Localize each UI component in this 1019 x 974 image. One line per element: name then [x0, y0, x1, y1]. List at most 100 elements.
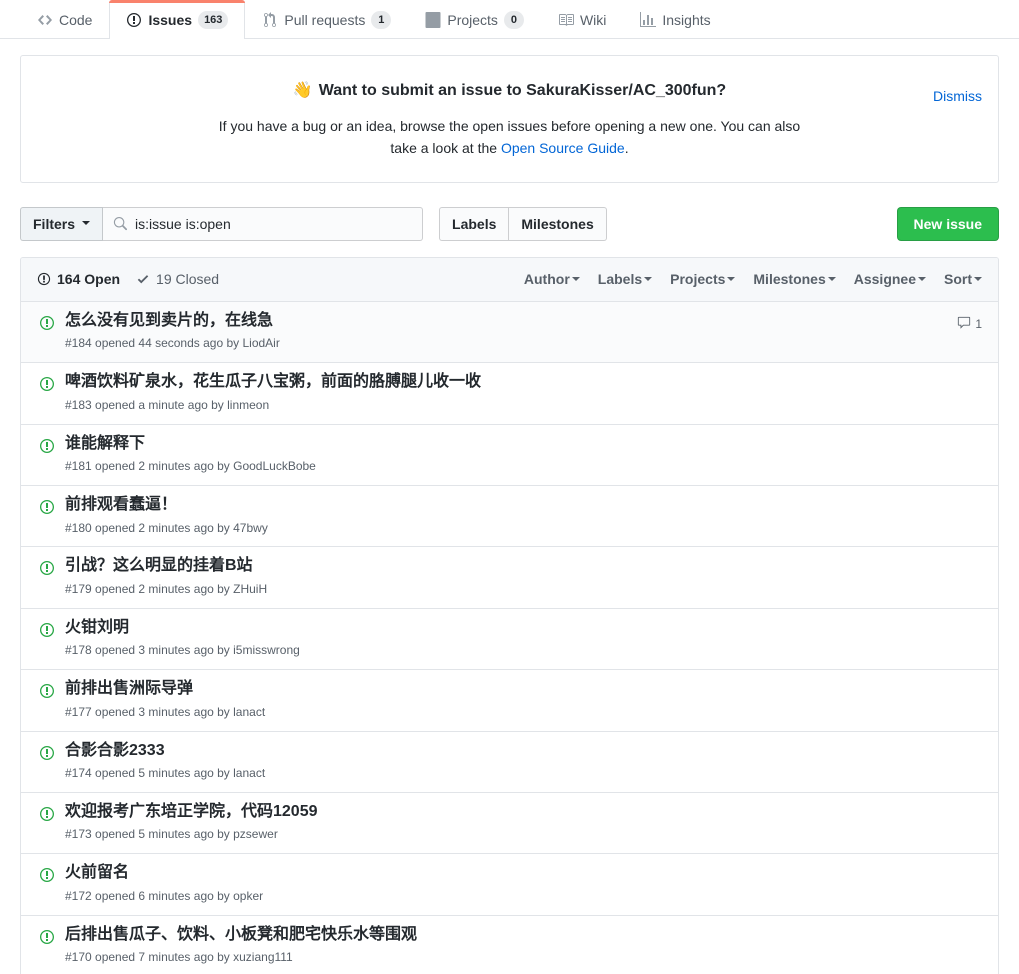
issue-opened-icon	[33, 740, 61, 761]
issue-title-link[interactable]: 前排观看蠢逼！	[65, 494, 948, 516]
filter-author-label: Author	[523, 271, 570, 288]
tab-projects-count: 0	[503, 10, 524, 29]
issue-title-link[interactable]: 引战？这么明显的挂着B站	[65, 555, 948, 577]
project-icon	[425, 11, 441, 28]
filters-button-label: Filters	[33, 215, 76, 232]
table-row[interactable]: 谁能解释下 #181 opened 2 minutes ago by GoodL…	[21, 424, 998, 486]
table-row[interactable]: 欢迎报考广东培正学院，代码12059 #173 opened 5 minutes…	[21, 792, 998, 855]
tab-issues[interactable]: Issues 163	[109, 0, 246, 39]
filter-projects-label: Projects	[670, 271, 726, 288]
filter-author[interactable]: Author	[524, 271, 580, 287]
table-row[interactable]: 前排出售洲际导弹 #177 opened 3 minutes ago by la…	[21, 670, 998, 732]
banner-title-text: Want to submit an issue to SakuraKisser/…	[318, 82, 727, 99]
issue-title-link[interactable]: 啤酒饮料矿泉水，花生瓜子八宝粥，前面的胳膊腿儿收一收	[65, 371, 948, 393]
repo-navigation: Code Issues 163 Pull requests 1 Projects…	[0, 0, 1019, 39]
issue-content: 合影合影2333 #174 opened 5 minutes ago by la…	[61, 740, 948, 782]
issue-meta: #170 opened 7 minutes ago by xuziang111	[65, 950, 293, 965]
welcome-banner: Dismiss 👋 Want to submit an issue to Saku…	[20, 55, 999, 183]
tab-issues-label: Issues	[148, 12, 193, 28]
filter-sort[interactable]: Sort	[944, 271, 982, 287]
tab-pull-requests-count: 1	[371, 10, 392, 29]
table-row[interactable]: 后排出售瓜子、饮料、小板凳和肥宅快乐水等围观 #170 opened 7 min…	[21, 915, 998, 974]
issue-opened-icon	[33, 678, 61, 699]
chevron-down-icon	[827, 276, 836, 285]
tab-pull-requests-label: Pull requests	[284, 11, 366, 28]
issue-title-link[interactable]: 怎么没有见到卖片的，在线急	[65, 310, 948, 332]
issue-content: 欢迎报考广东培正学院，代码12059 #173 opened 5 minutes…	[61, 801, 948, 843]
filter-assignee-label: Assignee	[853, 271, 916, 288]
issue-meta: #180 opened 2 minutes ago by 47bwy	[65, 520, 268, 535]
issue-meta: #184 opened 44 seconds ago by LiodAir	[65, 336, 280, 351]
chevron-down-icon	[644, 276, 653, 285]
code-icon	[37, 12, 53, 28]
table-row[interactable]: 怎么没有见到卖片的，在线急 #184 opened 44 seconds ago…	[21, 301, 998, 364]
issue-opened-icon	[33, 555, 61, 576]
table-row[interactable]: 前排观看蠢逼！ #180 opened 2 minutes ago by 47b…	[21, 485, 998, 548]
issue-rows-container: 怎么没有见到卖片的，在线急 #184 opened 44 seconds ago…	[21, 301, 998, 974]
milestones-button[interactable]: Milestones	[509, 206, 607, 241]
issue-meta: #178 opened 3 minutes ago by i5misswrong	[65, 643, 300, 658]
comment-icon	[957, 316, 971, 333]
banner-body: If you have a bug or an idea, browse the…	[210, 116, 810, 159]
issue-meta: #177 opened 3 minutes ago by lanact	[65, 704, 266, 719]
chevron-down-icon	[571, 276, 580, 285]
issue-title-link[interactable]: 前排出售洲际导弹	[65, 678, 948, 700]
tab-wiki-label: Wiki	[579, 11, 607, 28]
filter-milestones[interactable]: Milestones	[753, 271, 836, 288]
tab-code[interactable]: Code	[20, 0, 109, 38]
filter-labels[interactable]: Labels	[597, 271, 653, 288]
open-issues-filter[interactable]: 164 Open	[37, 271, 120, 287]
issue-content: 火钳刘明 #178 opened 3 minutes ago by i5miss…	[61, 617, 948, 659]
issue-opened-icon	[33, 494, 61, 515]
issue-opened-icon	[33, 801, 61, 822]
issue-content: 谁能解释下 #181 opened 2 minutes ago by GoodL…	[61, 433, 948, 475]
filter-projects[interactable]: Projects	[670, 271, 736, 288]
table-row[interactable]: 火前留名 #172 opened 6 minutes ago by opker	[21, 854, 998, 916]
git-pull-request-icon	[262, 11, 278, 28]
banner-body-after: .	[624, 140, 629, 157]
issue-meta: #183 opened a minute ago by linmeon	[65, 397, 270, 412]
tab-issues-count: 163	[198, 11, 229, 29]
page-container: Dismiss 👋 Want to submit an issue to Saku…	[20, 55, 999, 974]
issue-meta: #179 opened 2 minutes ago by ZHuiH	[65, 581, 268, 596]
comment-count-label: 1	[975, 317, 982, 332]
chevron-down-icon	[82, 221, 91, 229]
issue-title-link[interactable]: 合影合影2333	[65, 740, 948, 762]
issue-opened-icon	[33, 433, 61, 454]
issues-list-header: 164 Open 19 Closed Author Labels Project…	[21, 257, 998, 302]
issue-comment-count[interactable]: 1	[948, 310, 982, 333]
issue-title-link[interactable]: 后排出售瓜子、饮料、小板凳和肥宅快乐水等围观	[65, 924, 948, 946]
tab-insights[interactable]: Insights	[623, 0, 727, 38]
search-input[interactable]: is:issue is:open	[103, 206, 424, 241]
search-input-value: is:issue is:open	[135, 215, 231, 232]
table-row[interactable]: 火钳刘明 #178 opened 3 minutes ago by i5miss…	[21, 608, 998, 671]
dismiss-banner-link[interactable]: Dismiss	[933, 88, 982, 104]
issue-opened-icon	[37, 272, 51, 286]
tab-wiki[interactable]: Wiki	[541, 0, 623, 38]
table-row[interactable]: 合影合影2333 #174 opened 5 minutes ago by la…	[21, 731, 998, 793]
new-issue-button[interactable]: New issue	[896, 206, 999, 241]
issue-content: 怎么没有见到卖片的，在线急 #184 opened 44 seconds ago…	[61, 310, 948, 352]
issue-title-link[interactable]: 欢迎报考广东培正学院，代码12059	[65, 801, 948, 823]
issue-title-link[interactable]: 火前留名	[65, 862, 948, 884]
chevron-down-icon	[974, 276, 982, 285]
tab-projects[interactable]: Projects 0	[408, 0, 541, 38]
table-row[interactable]: 引战？这么明显的挂着B站 #179 opened 2 minutes ago b…	[21, 547, 998, 609]
issue-meta: #173 opened 5 minutes ago by pzsewer	[65, 827, 278, 842]
closed-issues-filter[interactable]: 19 Closed	[136, 271, 219, 287]
filter-milestones-label: Milestones	[753, 271, 826, 288]
filters-button[interactable]: Filters	[20, 206, 104, 241]
filter-assignee[interactable]: Assignee	[854, 271, 926, 287]
issue-meta: #172 opened 6 minutes ago by opker	[65, 888, 264, 903]
issue-opened-icon	[33, 371, 61, 392]
issue-title-link[interactable]: 火钳刘明	[65, 617, 948, 639]
filter-labels-label: Labels	[597, 271, 643, 288]
issues-toolbar: Filters is:issue is:open Labels Mileston…	[20, 206, 999, 241]
open-source-guide-link[interactable]: Open Source Guide	[501, 140, 625, 156]
issue-title-link[interactable]: 谁能解释下	[65, 433, 948, 455]
table-row[interactable]: 啤酒饮料矿泉水，花生瓜子八宝粥，前面的胳膊腿儿收一收 #183 opened a…	[21, 363, 998, 425]
issue-opened-icon	[33, 924, 61, 945]
chevron-down-icon	[918, 276, 926, 285]
tab-pull-requests[interactable]: Pull requests 1	[245, 0, 408, 38]
labels-button[interactable]: Labels	[439, 206, 510, 241]
